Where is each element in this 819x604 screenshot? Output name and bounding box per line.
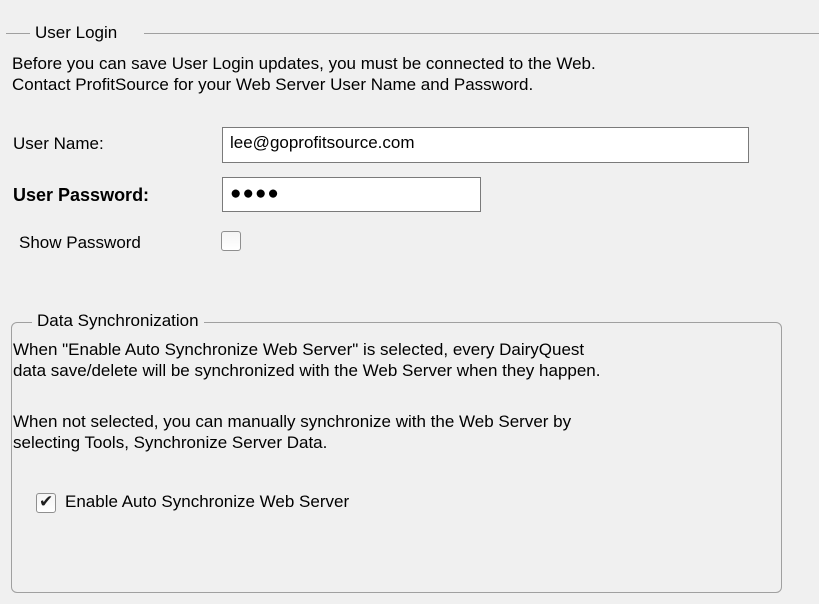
auto-sync-label[interactable]: Enable Auto Synchronize Web Server [65,491,349,513]
checkmark-icon: ✔ [39,492,54,512]
data-sync-legend: Data Synchronization [32,310,204,332]
group-border-right [144,33,819,34]
data-sync-paragraph-1: When "Enable Auto Synchronize Web Server… [13,339,600,381]
paragraph-1-line-2: data save/delete will be synchronized wi… [13,361,601,380]
data-sync-paragraph-2: When not selected, you can manually sync… [13,411,571,453]
username-label: User Name: [13,134,104,153]
show-password-checkbox[interactable] [221,231,241,251]
paragraph-1-line-1: When "Enable Auto Synchronize Web Server… [13,340,585,359]
auto-sync-checkbox[interactable]: ✔ [36,492,56,513]
user-login-legend: User Login [35,23,118,42]
description-line-1: Before you can save User Login updates, … [12,54,596,73]
description-line-2: Contact ProfitSource for your Web Server… [12,75,534,94]
group-border-left [6,33,30,34]
paragraph-2-line-2: selecting Tools, Synchronize Server Data… [13,433,328,452]
username-input[interactable]: lee@goprofitsource.com [222,127,749,163]
user-login-description: Before you can save User Login updates, … [12,53,596,95]
show-password-label[interactable]: Show Password [19,232,141,254]
password-label: User Password: [13,185,150,205]
password-input[interactable]: ●●●● [222,177,481,212]
paragraph-2-line-1: When not selected, you can manually sync… [13,412,572,431]
